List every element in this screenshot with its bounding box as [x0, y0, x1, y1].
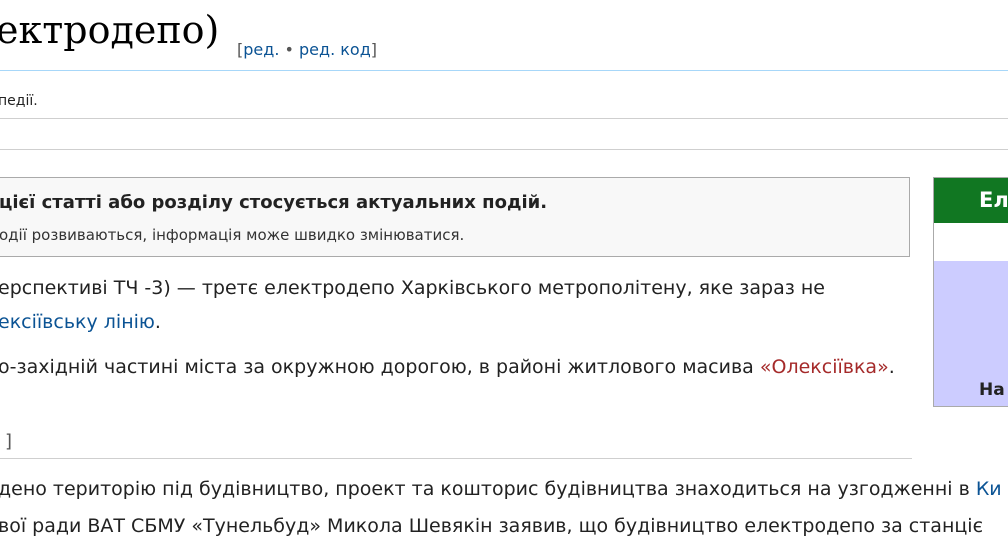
- title-divider: [0, 70, 1008, 71]
- section-edit-bracket: ]: [5, 431, 13, 452]
- paragraph-1-line-1: ерспективі ТЧ -3) — третє електродепо Ха…: [0, 277, 825, 299]
- paragraph-1-line-2: ексіївську лінію.: [0, 311, 161, 333]
- paragraph-2-period: .: [888, 356, 895, 378]
- divider-1: [0, 118, 1008, 119]
- line-link[interactable]: ексіївську лінію: [0, 311, 155, 333]
- edit-separator: •: [279, 40, 300, 59]
- divider-2: [0, 149, 1008, 150]
- current-events-notice: цієї статті або розділу стосується актуа…: [0, 177, 910, 257]
- page-title: ектродепо): [0, 8, 220, 52]
- paragraph-4: вої ради ВАТ СБМУ «Тунельбуд» Микола Шев…: [0, 515, 984, 537]
- article-page: ектродепо) [ред. • ред. код] педії. цієї…: [0, 0, 1008, 538]
- infobox-row-white: [934, 223, 1008, 261]
- site-subtitle: педії.: [0, 93, 38, 109]
- notice-body: одії розвиваються, інформація може швидк…: [0, 226, 465, 244]
- paragraph-1-period: .: [154, 311, 161, 333]
- edit-bracket-close: ]: [370, 40, 378, 59]
- paragraph-3-text: дено територію під будівництво, проект т…: [0, 478, 976, 500]
- paragraph-2: о-західній частині міста за окружною дор…: [0, 356, 895, 378]
- paragraph-3: дено територію під будівництво, проект т…: [0, 478, 1002, 500]
- infobox: Ел На: [933, 177, 1008, 407]
- notice-heading: цієї статті або розділу стосується актуа…: [0, 192, 548, 213]
- edit-source-link[interactable]: ред. код: [299, 40, 371, 59]
- kyiv-link[interactable]: Ки: [976, 478, 1002, 500]
- infobox-header: Ел: [934, 178, 1008, 223]
- section-divider: [0, 458, 912, 459]
- oleksiivka-link[interactable]: «Олексіївка»: [760, 356, 889, 378]
- infobox-row-label: На: [979, 380, 1005, 400]
- edit-link[interactable]: ред.: [243, 40, 279, 59]
- paragraph-2-text: о-західній частині міста за окружною дор…: [0, 356, 760, 378]
- edit-links: [ред. • ред. код]: [237, 40, 377, 59]
